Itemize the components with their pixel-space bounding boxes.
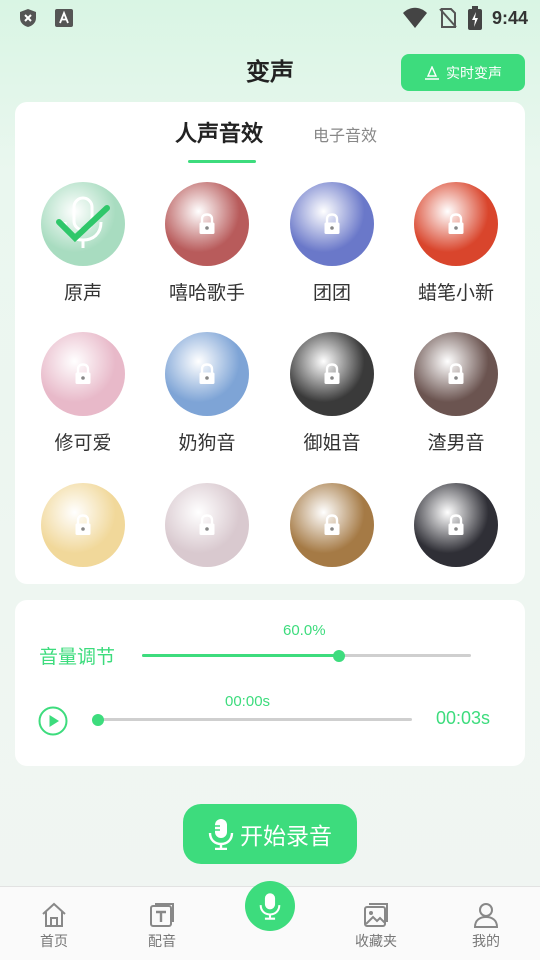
audio-control-card: 音量调节 60.0% 00:00s 00:03s bbox=[15, 600, 525, 766]
nav-mine[interactable]: 我的 bbox=[456, 901, 516, 951]
font-a-icon bbox=[55, 9, 73, 27]
voice-label: 蜡笔小新 bbox=[417, 282, 494, 304]
text-icon bbox=[150, 903, 174, 927]
voice-option[interactable]: 原声 bbox=[23, 182, 143, 305]
lock-icon bbox=[75, 514, 91, 535]
lock-icon bbox=[448, 363, 464, 384]
voice-label: 渣男音 bbox=[427, 432, 485, 454]
bottom-nav: 首页 配音 收藏夹 我的 bbox=[0, 881, 540, 960]
voice-option[interactable] bbox=[23, 483, 143, 567]
voice-option[interactable] bbox=[396, 483, 516, 567]
voice-avatar bbox=[165, 483, 249, 567]
voice-avatar-selected bbox=[41, 182, 125, 266]
play-icon[interactable] bbox=[38, 706, 68, 736]
voice-avatar bbox=[290, 182, 374, 266]
voice-option[interactable]: 渣男音 bbox=[396, 332, 516, 455]
voice-option[interactable] bbox=[147, 483, 267, 567]
status-time: 9:44 bbox=[491, 7, 528, 28]
nav-dubbing[interactable]: 配音 bbox=[132, 901, 192, 951]
voice-avatar bbox=[290, 483, 374, 567]
voice-label: 奶狗音 bbox=[178, 432, 236, 454]
nav-record[interactable] bbox=[245, 881, 295, 931]
playback-slider-thumb[interactable] bbox=[92, 714, 104, 726]
voice-label: 嘻哈歌手 bbox=[168, 282, 245, 304]
lock-icon bbox=[199, 213, 215, 234]
header: 变声 实时变声 bbox=[0, 44, 540, 94]
nav-home[interactable]: 首页 bbox=[24, 901, 84, 951]
realtime-voice-label: 实时变声 bbox=[446, 65, 502, 82]
nav-home-label: 首页 bbox=[40, 934, 68, 950]
voice-option[interactable]: 御姐音 bbox=[272, 332, 392, 455]
voice-label: 御姐音 bbox=[303, 432, 361, 454]
volume-value: 60.0% bbox=[283, 622, 326, 639]
voice-option[interactable]: 蜡笔小新 bbox=[396, 182, 516, 305]
voice-effects-card: 人声音效 电子音效 原声 嘻哈歌手 团团 蜡笔小新修可爱 奶狗音 御姐音 渣男音 bbox=[15, 102, 525, 584]
status-bar: 9:44 bbox=[0, 0, 540, 36]
battery-charging-icon bbox=[467, 6, 482, 30]
tab-human-voice[interactable]: 人声音效 bbox=[175, 116, 263, 148]
image-icon bbox=[364, 903, 388, 927]
shield-icon bbox=[20, 9, 36, 27]
volume-slider-fill bbox=[142, 654, 340, 657]
lock-icon bbox=[199, 363, 215, 384]
voice-avatar bbox=[414, 332, 498, 416]
nav-mine-label: 我的 bbox=[472, 934, 500, 950]
wifi-icon bbox=[402, 7, 427, 28]
volume-label: 音量调节 bbox=[39, 646, 116, 668]
voice-avatar bbox=[414, 483, 498, 567]
voice-avatar bbox=[41, 332, 125, 416]
effect-tabs: 人声音效 电子音效 bbox=[15, 116, 525, 166]
start-recording-button[interactable]: 开始录音 bbox=[183, 804, 357, 864]
lock-icon bbox=[448, 213, 464, 234]
start-recording-label: 开始录音 bbox=[240, 824, 332, 850]
nav-favorites[interactable]: 收藏夹 bbox=[346, 901, 406, 951]
mic-icon bbox=[208, 819, 234, 850]
nav-dubbing-label: 配音 bbox=[148, 934, 176, 950]
active-tab-indicator bbox=[188, 160, 256, 163]
voice-avatar bbox=[290, 332, 374, 416]
voice-avatar bbox=[165, 332, 249, 416]
playback-current-time: 00:00s bbox=[225, 693, 271, 710]
voice-option[interactable]: 奶狗音 bbox=[147, 332, 267, 455]
mic-check-icon bbox=[56, 196, 110, 248]
lock-icon bbox=[324, 213, 340, 234]
tab-electronic[interactable]: 电子音效 bbox=[313, 122, 377, 146]
voice-avatar bbox=[165, 182, 249, 266]
lock-icon bbox=[448, 514, 464, 535]
voice-label: 原声 bbox=[63, 282, 102, 304]
voice-label: 团团 bbox=[312, 282, 351, 304]
home-icon bbox=[42, 902, 66, 927]
voice-avatar bbox=[41, 483, 125, 567]
user-icon bbox=[473, 903, 499, 928]
waveform-icon bbox=[425, 65, 439, 80]
voice-option[interactable]: 嘻哈歌手 bbox=[147, 182, 267, 305]
lock-icon bbox=[324, 363, 340, 384]
lock-icon bbox=[199, 514, 215, 535]
voice-option[interactable] bbox=[272, 483, 392, 567]
mic-icon bbox=[259, 893, 281, 920]
volume-slider-thumb[interactable] bbox=[333, 650, 346, 662]
lock-icon bbox=[324, 514, 340, 535]
playback-slider-track[interactable] bbox=[92, 718, 412, 721]
voice-option[interactable]: 团团 bbox=[272, 182, 392, 305]
lock-icon bbox=[75, 363, 91, 384]
realtime-voice-button[interactable]: 实时变声 bbox=[401, 54, 525, 91]
voice-label: 修可爱 bbox=[54, 432, 112, 454]
nav-favorites-label: 收藏夹 bbox=[355, 934, 397, 950]
voice-avatar bbox=[414, 182, 498, 266]
voice-option[interactable]: 修可爱 bbox=[23, 332, 143, 455]
no-sim-icon bbox=[439, 8, 457, 28]
playback-total-time: 00:03s bbox=[436, 708, 491, 728]
